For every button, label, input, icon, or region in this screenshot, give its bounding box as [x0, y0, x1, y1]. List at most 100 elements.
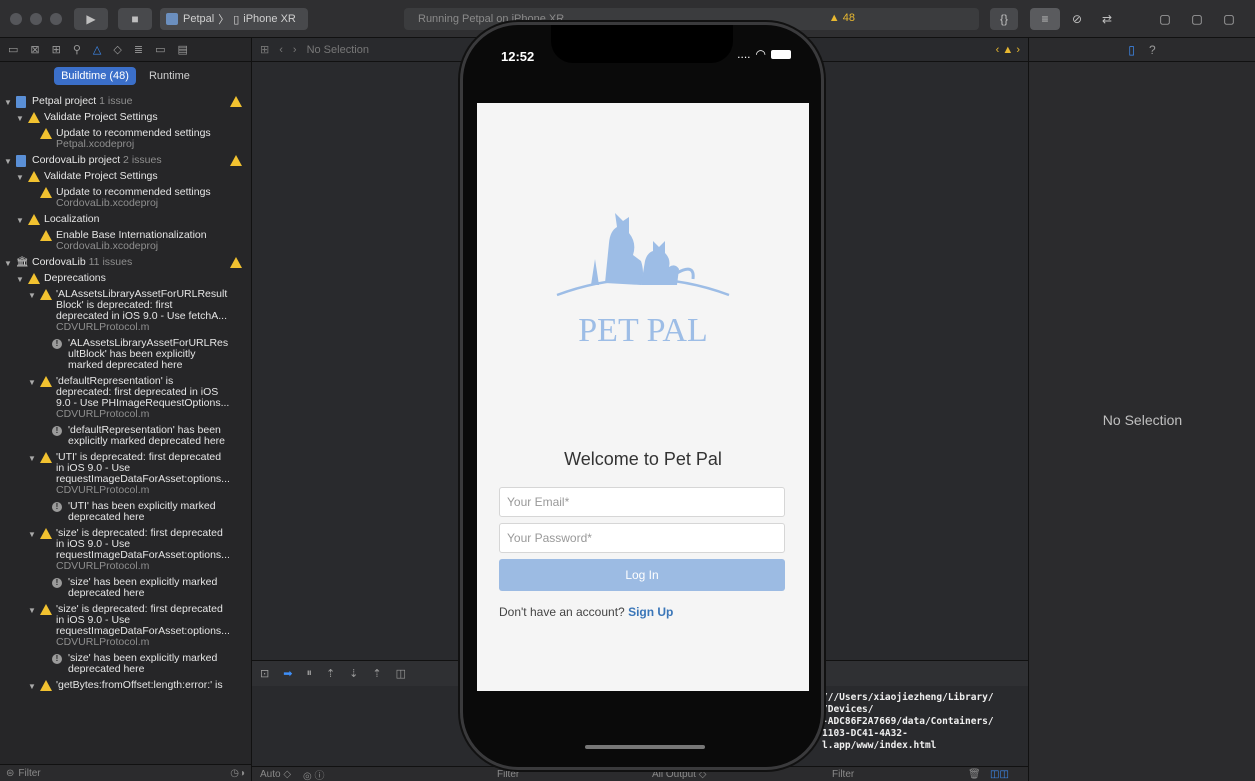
warning-icon [40, 452, 52, 463]
file-inspector-icon[interactable]: ▯ [1128, 43, 1135, 57]
console-filter[interactable]: Filter [832, 769, 854, 780]
search-icon[interactable]: ⚲ [73, 43, 81, 56]
forward-icon[interactable]: › [293, 44, 297, 56]
disclosure-triangle-icon[interactable]: ▼ [28, 605, 36, 616]
disclosure-triangle-icon[interactable]: ▼ [28, 529, 36, 540]
split-view-icon[interactable]: ◫◫ [990, 769, 1009, 780]
tab-runtime[interactable]: Runtime [142, 67, 197, 85]
issue-warning-icon[interactable]: △ [93, 43, 101, 56]
inspector-panel: ▯ ? No Selection [1028, 38, 1255, 781]
logo-wordmark: PET PAL [578, 312, 707, 349]
breakpoints-toggle-icon[interactable]: ➡ [283, 667, 292, 680]
assistant-editor-button[interactable]: ⊘ [1064, 8, 1090, 30]
step-out-icon[interactable]: ⇡ [372, 667, 381, 680]
variables-filter[interactable]: Filter [497, 769, 519, 780]
disclosure-triangle-icon[interactable]: ▼ [16, 274, 24, 285]
version-editor-button[interactable]: ⇄ [1094, 8, 1120, 30]
issue-navigator: ▭ ⊠ ⊞ ⚲ △ ◇ ≣ ▭ ▤ Buildtime (48) Runtime… [0, 38, 252, 781]
output-selector[interactable]: All Output ◇ [652, 769, 706, 780]
trash-icon[interactable]: 🗑 [968, 769, 981, 780]
filter-input[interactable]: Filter [18, 768, 40, 779]
pause-icon[interactable]: ⏸ [306, 667, 312, 680]
scheme-selector[interactable]: Petpal 〉 ▯ iPhone XR [160, 8, 308, 30]
no-selection-label: No Selection [1102, 412, 1183, 428]
device-name: iPhone XR [243, 13, 296, 25]
hide-debug-icon[interactable]: ⊡ [260, 667, 269, 680]
toggle-debug-area-button[interactable]: ▢ [1186, 8, 1208, 30]
issue-message-line: 'getBytes:fromOffset:length:error:' is [56, 679, 223, 691]
warning-counter[interactable]: ▲ 48 [829, 12, 855, 24]
login-button[interactable]: Log In [499, 559, 785, 591]
app-icon [166, 13, 178, 25]
related-items-icon[interactable]: ⊞ [260, 43, 269, 56]
stop-button[interactable]: ■ [118, 8, 152, 30]
console-line: ///Users/xiaojiezheng/Library/ [822, 692, 994, 703]
password-field[interactable]: Your Password* [499, 523, 785, 553]
warning-count: 48 [842, 12, 855, 24]
issue-text: 'UTI' is deprecated: first deprecated in … [56, 452, 230, 496]
issue-text: 'size' has been explicitly marked depreca… [68, 577, 217, 599]
disclosure-triangle-icon[interactable]: ▼ [28, 377, 36, 388]
status-bar-icons: .... ◠ [737, 47, 791, 61]
signup-prompt-text: Don't have an account? [499, 605, 625, 619]
issue-file: CordovaLib.xcodeproj [56, 240, 159, 252]
warning-icon [28, 112, 40, 123]
navigator-filter-bar[interactable]: ⊜ Filter ◷◑ [0, 764, 251, 781]
disclosure-triangle-icon[interactable]: ▼ [4, 258, 12, 269]
warning-icon [40, 604, 52, 615]
step-over-icon[interactable]: ⇡ [326, 667, 335, 680]
battery-icon [771, 49, 791, 59]
issue-text: 'size' is deprecated: first deprecated in… [56, 604, 230, 648]
note-icon: ! [52, 339, 62, 349]
minimize-window-button[interactable] [30, 13, 42, 25]
toggle-navigator-button[interactable]: ▢ [1154, 8, 1176, 30]
folder-icon[interactable]: ▭ [8, 43, 18, 56]
debug-icon[interactable]: ≣ [134, 43, 143, 56]
toggle-inspector-button[interactable]: ▢ [1218, 8, 1240, 30]
standard-editor-button[interactable]: ≡ [1030, 8, 1060, 30]
breakpoint-icon[interactable]: ▭ [155, 43, 165, 56]
step-in-icon[interactable]: ⇣ [349, 667, 358, 680]
close-window-button[interactable] [10, 13, 22, 25]
auto-selector[interactable]: Auto ◇ [260, 769, 291, 780]
view-debugger-icon[interactable]: ◫ [396, 667, 406, 680]
run-button[interactable]: ▶ [74, 8, 108, 30]
tab-buildtime[interactable]: Buildtime (48) [54, 67, 136, 85]
report-icon[interactable]: ▤ [177, 43, 187, 56]
help-icon[interactable]: ? [1149, 43, 1156, 57]
signal-icon: .... [737, 47, 751, 61]
issue-text: Update to recommended settings Petpal.xco… [56, 128, 211, 150]
disclosure-triangle-icon[interactable]: ▼ [4, 156, 12, 167]
email-field[interactable]: Your Email* [499, 487, 785, 517]
recent-filter-icon[interactable]: ◷◑ [230, 768, 245, 779]
disclosure-triangle-icon[interactable]: ▼ [4, 97, 12, 108]
lines-icon: ≡ [1041, 12, 1049, 26]
issue-count: 11 issues [85, 256, 133, 268]
disclosure-triangle-icon[interactable]: ▼ [16, 113, 24, 124]
disclosure-triangle-icon[interactable]: ▼ [28, 290, 36, 301]
disclosure-triangle-icon[interactable]: ▼ [16, 172, 24, 183]
source-control-icon[interactable]: ⊠ [30, 43, 39, 56]
disclosure-triangle-icon[interactable]: ▼ [16, 215, 24, 226]
signup-link[interactable]: Sign Up [628, 605, 673, 619]
warning-icon [40, 128, 52, 139]
eye-icon[interactable]: ◎ ⓘ [303, 767, 325, 781]
note-icon: ! [52, 502, 62, 512]
warning-icon [40, 187, 52, 198]
library-button[interactable]: {} [990, 8, 1018, 30]
console-output: ///Users/xiaojiezheng/Library//Devices/-… [818, 686, 1028, 766]
issue-title: CordovaLib project [32, 154, 121, 166]
navigator-tabs: ▭ ⊠ ⊞ ⚲ △ ◇ ≣ ▭ ▤ [0, 38, 251, 62]
zoom-window-button[interactable] [50, 13, 62, 25]
home-indicator[interactable] [585, 745, 705, 749]
console-line: 1103-DC41-4A32- [822, 728, 908, 739]
back-icon[interactable]: ‹ [279, 44, 283, 56]
issue-nav-icon[interactable]: ‹ ▲ › [996, 44, 1020, 56]
library-icon: 🏛 [16, 257, 29, 268]
test-icon[interactable]: ◇ [113, 43, 121, 56]
disclosure-triangle-icon[interactable]: ▼ [28, 681, 36, 692]
hierarchy-icon[interactable]: ⊞ [52, 43, 61, 56]
issue-list: ▼ Petpal project 1 issue ▼ Validate Project… [0, 92, 251, 764]
issue-message-line: deprecated here [68, 663, 145, 675]
disclosure-triangle-icon[interactable]: ▼ [28, 453, 36, 464]
